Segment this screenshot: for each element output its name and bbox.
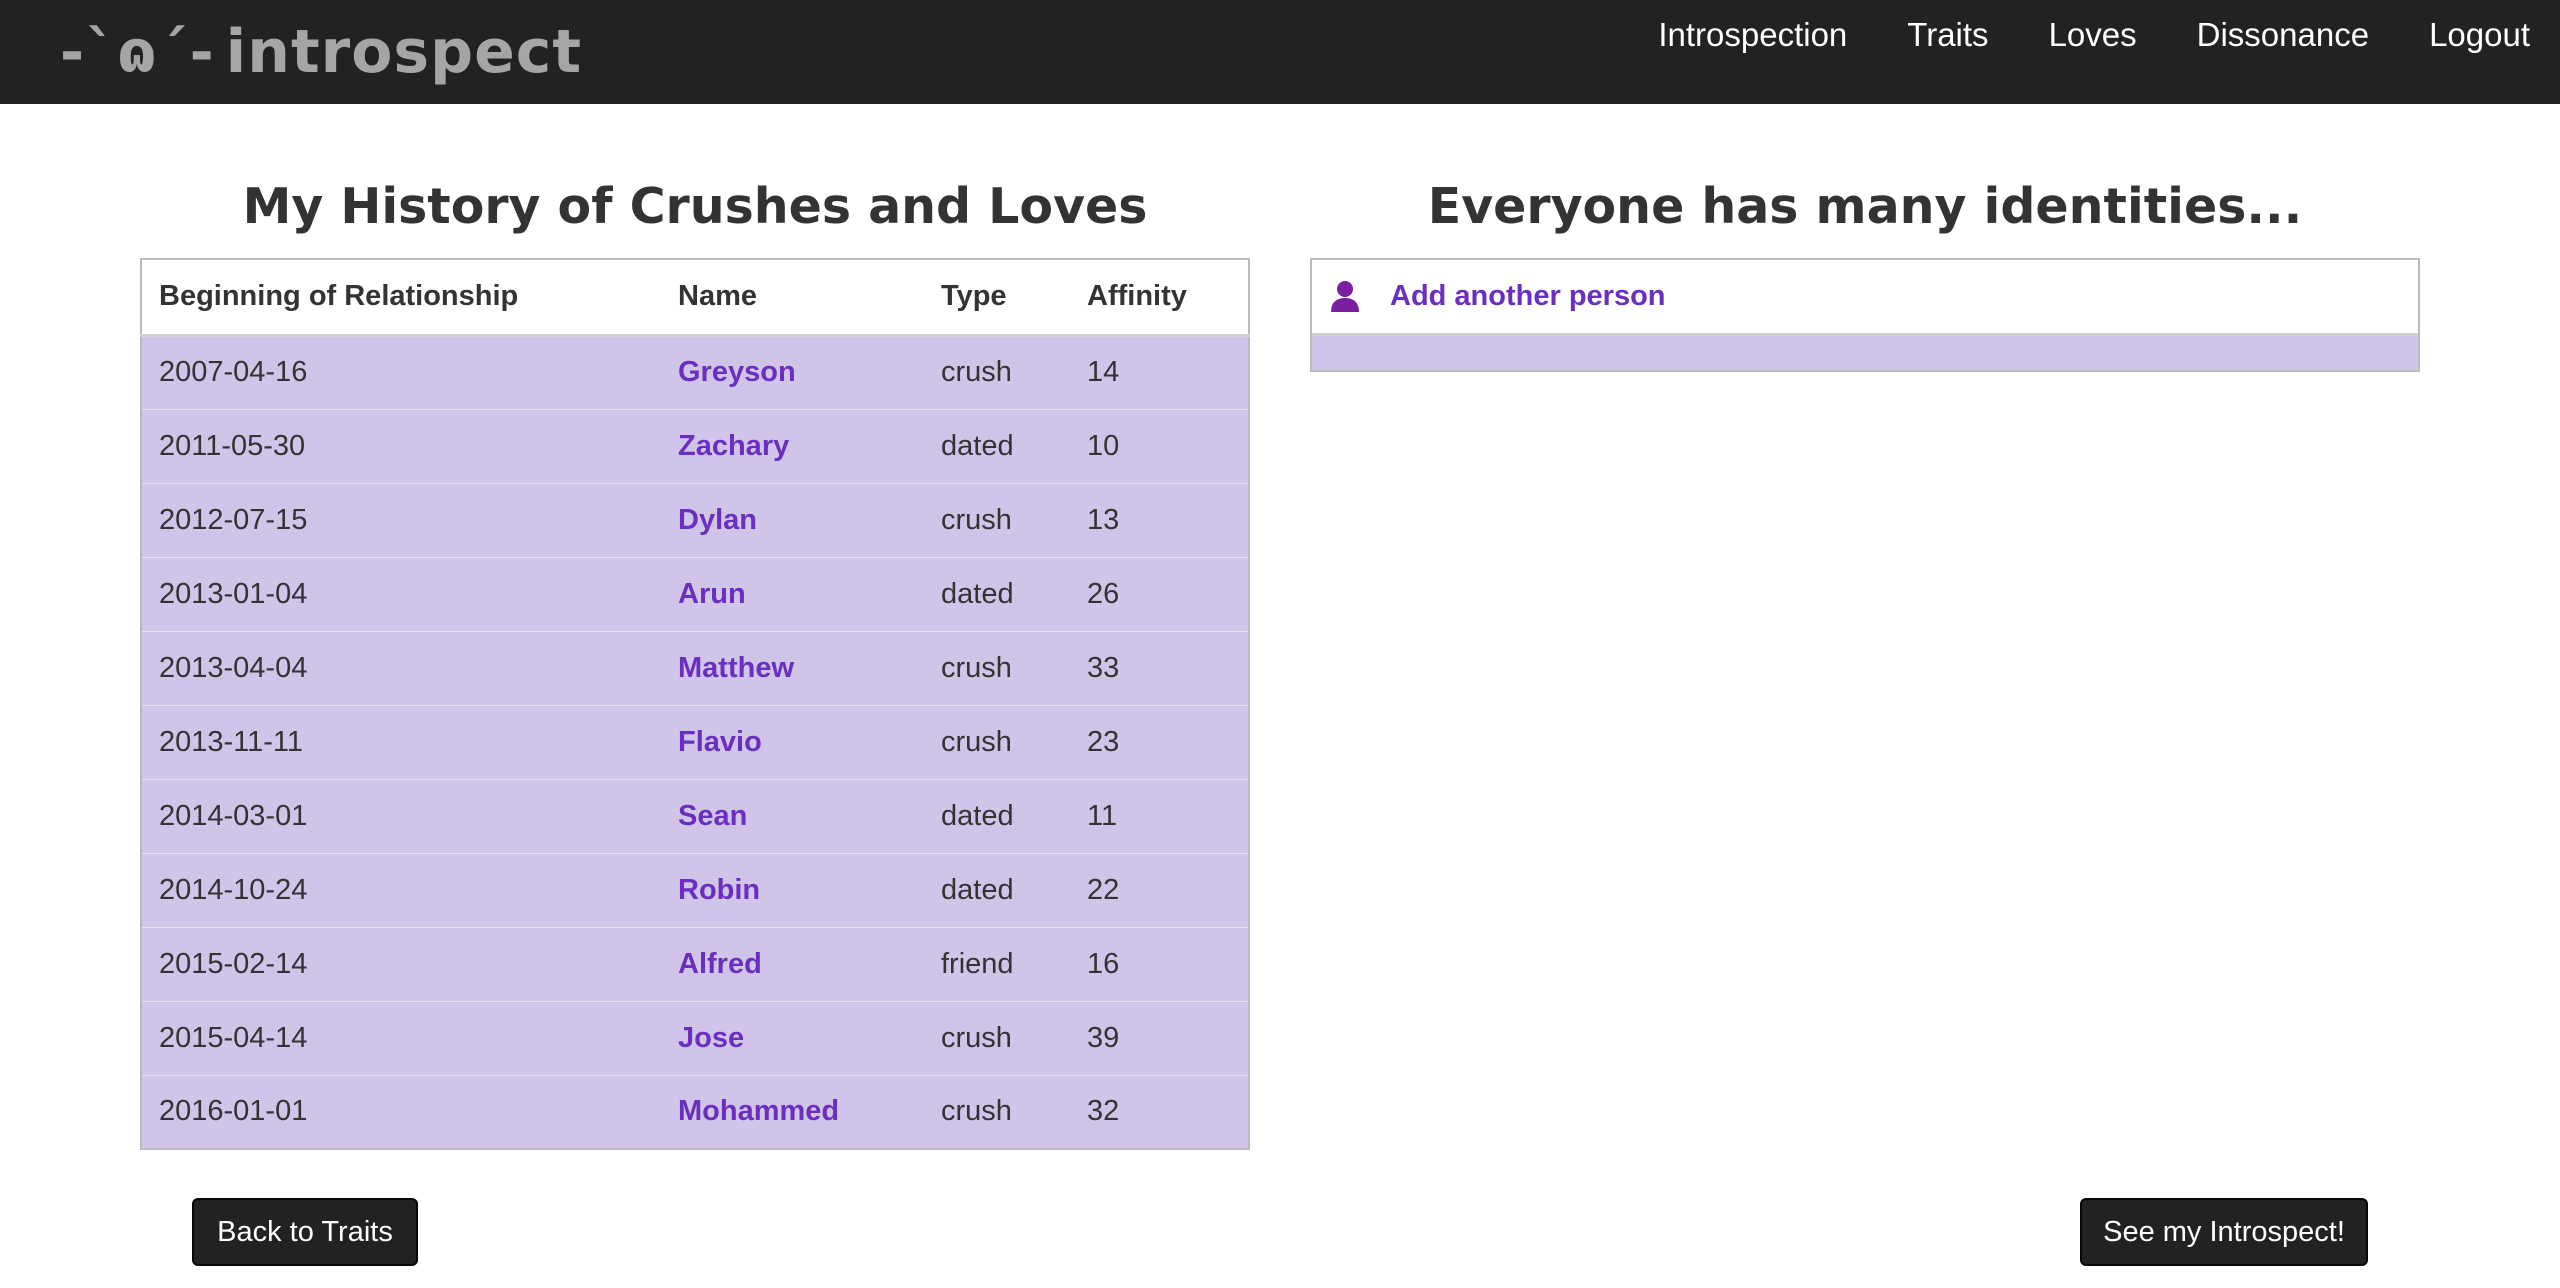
person-link[interactable]: Arun <box>678 578 746 610</box>
brand-mark: -`ɷ´- <box>60 18 216 86</box>
cell-name: Robin <box>661 852 924 927</box>
table-row: 2012-07-15 Dylan crush 13 <box>141 482 1249 557</box>
table-row: 2013-11-11 Flavio crush 23 <box>141 704 1249 779</box>
cell-type: dated <box>924 408 1070 483</box>
cell-affinity: 10 <box>1070 408 1249 483</box>
cell-affinity: 11 <box>1070 778 1249 853</box>
cell-type: friend <box>924 926 1070 1001</box>
cell-type: crush <box>924 704 1070 779</box>
back-to-traits-button[interactable]: Back to Traits <box>192 1198 418 1266</box>
column-header-date: Beginning of Relationship <box>141 259 661 337</box>
cell-date: 2013-04-04 <box>141 630 661 705</box>
table-row: 2014-03-01 Sean dated 11 <box>141 778 1249 853</box>
cell-affinity: 22 <box>1070 852 1249 927</box>
cell-type: dated <box>924 778 1070 853</box>
cell-affinity: 14 <box>1070 334 1249 409</box>
cell-affinity: 33 <box>1070 630 1249 705</box>
cell-type: crush <box>924 482 1070 557</box>
cell-type: crush <box>924 630 1070 705</box>
column-header-name: Name <box>661 259 924 337</box>
add-person-button[interactable]: Add another person <box>1312 260 2418 336</box>
identities-title: Everyone has many identities... <box>1427 178 2303 235</box>
person-link[interactable]: Dylan <box>678 504 757 536</box>
cell-name: Arun <box>661 556 924 631</box>
cell-type: crush <box>924 334 1070 409</box>
person-link[interactable]: Greyson <box>678 356 796 388</box>
nav-dissonance[interactable]: Dissonance <box>2197 16 2369 54</box>
person-link[interactable]: Matthew <box>678 652 794 684</box>
cell-name: Flavio <box>661 704 924 779</box>
column-header-affinity: Affinity <box>1070 259 1249 337</box>
cell-date: 2015-02-14 <box>141 926 661 1001</box>
person-link[interactable]: Mohammed <box>678 1095 839 1127</box>
nav-introspection[interactable]: Introspection <box>1658 16 1847 54</box>
cell-date: 2007-04-16 <box>141 334 661 409</box>
cell-name: Mohammed <box>661 1074 924 1149</box>
person-link[interactable]: Flavio <box>678 726 762 758</box>
nav-logout[interactable]: Logout <box>2429 16 2530 54</box>
cell-affinity: 26 <box>1070 556 1249 631</box>
loves-title: My History of Crushes and Loves <box>242 178 1148 235</box>
person-link[interactable]: Alfred <box>678 948 762 980</box>
cell-name: Zachary <box>661 408 924 483</box>
person-link[interactable]: Jose <box>678 1022 744 1054</box>
nav-traits[interactable]: Traits <box>1907 16 1988 54</box>
cell-type: dated <box>924 556 1070 631</box>
cell-affinity: 16 <box>1070 926 1249 1001</box>
cell-date: 2015-04-14 <box>141 1000 661 1075</box>
column-header-type: Type <box>924 259 1070 337</box>
table-row: 2013-04-04 Matthew crush 33 <box>141 630 1249 705</box>
cell-name: Alfred <box>661 926 924 1001</box>
person-link[interactable]: Robin <box>678 874 760 906</box>
loves-table: Beginning of Relationship Name Type Affi… <box>140 258 1250 1150</box>
cell-date: 2011-05-30 <box>141 408 661 483</box>
cell-type: crush <box>924 1074 1070 1149</box>
brand-logo[interactable]: -`ɷ´- introspect <box>60 12 582 92</box>
brand-name: introspect <box>225 17 583 87</box>
person-link[interactable]: Zachary <box>678 430 789 462</box>
table-row: 2014-10-24 Robin dated 22 <box>141 852 1249 927</box>
cell-date: 2014-10-24 <box>141 852 661 927</box>
cell-name: Greyson <box>661 334 924 409</box>
cell-affinity: 13 <box>1070 482 1249 557</box>
table-row: 2015-04-14 Jose crush 39 <box>141 1000 1249 1075</box>
table-header-row: Beginning of Relationship Name Type Affi… <box>141 259 1249 337</box>
cell-affinity: 23 <box>1070 704 1249 779</box>
cell-date: 2014-03-01 <box>141 778 661 853</box>
cell-type: crush <box>924 1000 1070 1075</box>
table-row: 2011-05-30 Zachary dated 10 <box>141 408 1249 483</box>
cell-name: Sean <box>661 778 924 853</box>
identities-panel: Add another person <box>1310 258 2420 372</box>
cell-name: Jose <box>661 1000 924 1075</box>
table-row: 2013-01-04 Arun dated 26 <box>141 556 1249 631</box>
cell-affinity: 32 <box>1070 1074 1249 1149</box>
cell-date: 2013-01-04 <box>141 556 661 631</box>
see-introspect-button[interactable]: See my Introspect! <box>2080 1198 2368 1266</box>
cell-date: 2013-11-11 <box>141 704 661 779</box>
person-link[interactable]: Sean <box>678 800 747 832</box>
add-person-label: Add another person <box>1390 280 1666 312</box>
cell-date: 2012-07-15 <box>141 482 661 557</box>
table-row: 2007-04-16 Greyson crush 14 <box>141 334 1249 409</box>
nav-links: Introspection Traits Loves Dissonance Lo… <box>1598 0 2530 70</box>
cell-name: Dylan <box>661 482 924 557</box>
cell-name: Matthew <box>661 630 924 705</box>
nav-loves[interactable]: Loves <box>2049 16 2137 54</box>
cell-affinity: 39 <box>1070 1000 1249 1075</box>
table-row: 2015-02-14 Alfred friend 16 <box>141 926 1249 1001</box>
identities-list <box>1312 336 2418 370</box>
cell-date: 2016-01-01 <box>141 1074 661 1149</box>
person-icon <box>1331 280 1359 312</box>
table-row: 2016-01-01 Mohammed crush 32 <box>141 1074 1249 1149</box>
cell-type: dated <box>924 852 1070 927</box>
top-navbar: -`ɷ´- introspect Introspection Traits Lo… <box>0 0 2560 104</box>
